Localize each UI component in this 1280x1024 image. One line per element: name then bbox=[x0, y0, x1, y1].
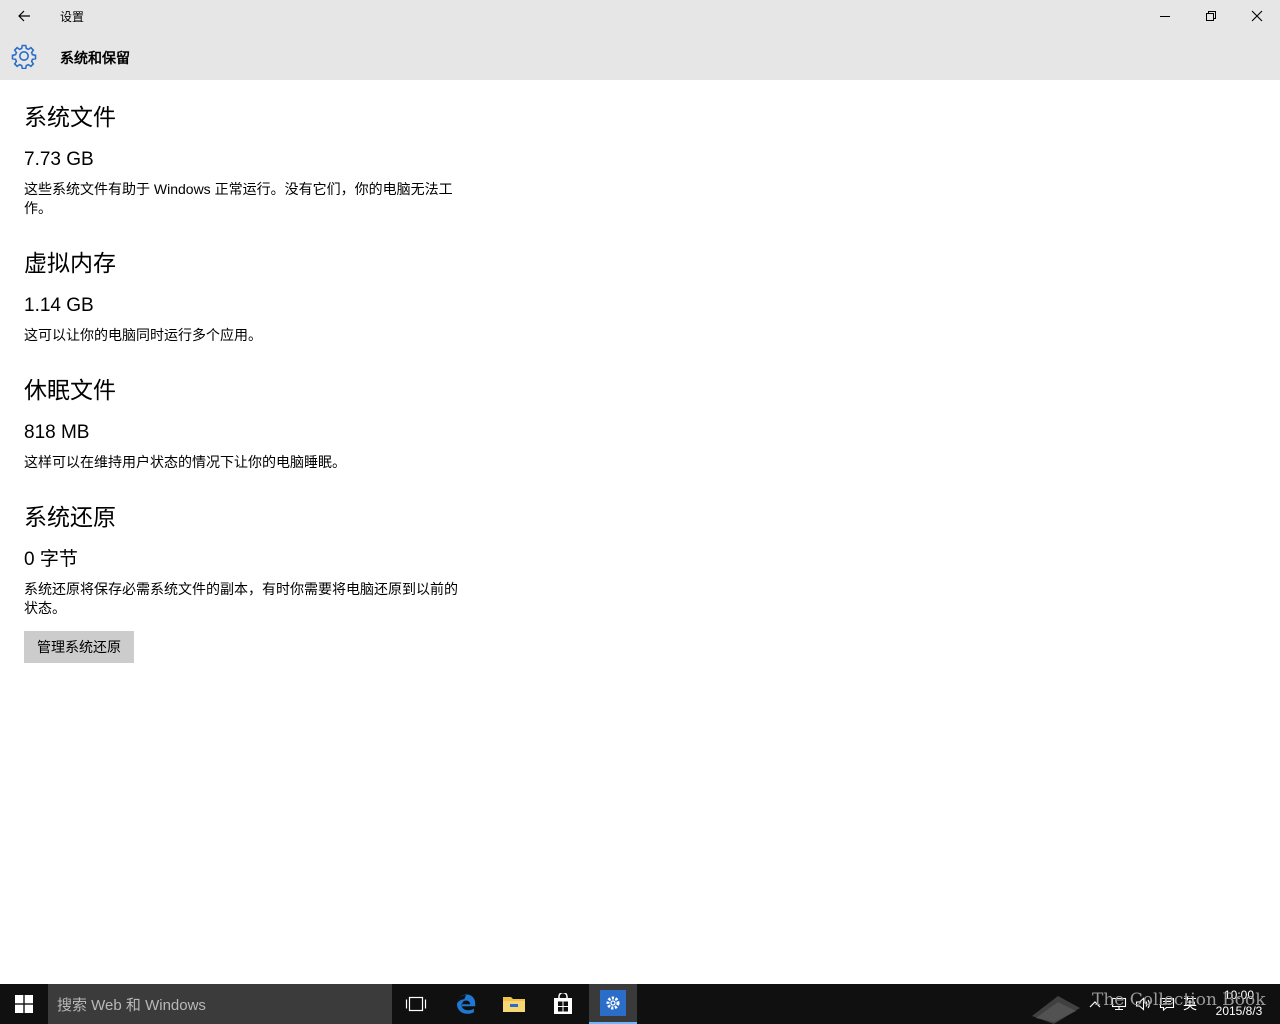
section-size: 0 字节 bbox=[24, 549, 78, 570]
arrow-left-icon bbox=[18, 10, 30, 22]
close-icon bbox=[1251, 10, 1263, 22]
settings-icon bbox=[600, 990, 626, 1016]
section-system-restore: 系统还原 0 字节 系统还原将保存必需系统文件的副本，有时你需要将电脑还原到以前… bbox=[24, 502, 464, 618]
section-description: 这样可以在维持用户状态的情况下让你的电脑睡眠。 bbox=[24, 454, 346, 470]
search-input[interactable]: 搜索 Web 和 Windows bbox=[48, 984, 392, 1024]
page-header: 系统和保留 bbox=[0, 32, 1280, 80]
minimize-icon bbox=[1160, 16, 1170, 17]
watermark-text: The Collection Book bbox=[1092, 990, 1266, 1010]
restore-button[interactable] bbox=[1188, 0, 1234, 32]
task-view-button[interactable] bbox=[392, 984, 440, 1024]
app-title: 设置 bbox=[60, 10, 85, 24]
restore-icon bbox=[1206, 11, 1216, 21]
edge-icon bbox=[457, 994, 476, 1014]
section-title: 系统文件 bbox=[24, 104, 116, 130]
section-description: 这可以让你的电脑同时运行多个应用。 bbox=[24, 327, 262, 343]
file-explorer-button[interactable] bbox=[490, 984, 538, 1024]
section-size: 7.73 GB bbox=[24, 149, 94, 170]
edge-button[interactable] bbox=[442, 984, 490, 1024]
close-button[interactable] bbox=[1234, 0, 1280, 32]
gear-icon bbox=[11, 44, 37, 69]
file-explorer-icon bbox=[503, 997, 525, 1012]
section-system-files: 系统文件 7.73 GB 这些系统文件有助于 Windows 正常运行。没有它们… bbox=[24, 102, 464, 218]
settings-taskbar-button[interactable] bbox=[589, 984, 637, 1024]
back-button[interactable] bbox=[8, 0, 40, 32]
section-title: 系统还原 bbox=[24, 504, 116, 530]
section-size: 818 MB bbox=[24, 422, 90, 443]
section-hibernation-file: 休眠文件 818 MB 这样可以在维持用户状态的情况下让你的电脑睡眠。 bbox=[24, 375, 464, 472]
section-description: 系统还原将保存必需系统文件的副本，有时你需要将电脑还原到以前的状态。 bbox=[24, 581, 458, 616]
section-title: 休眠文件 bbox=[24, 377, 116, 403]
manage-system-restore-button[interactable]: 管理系统还原 bbox=[24, 631, 134, 663]
start-button[interactable] bbox=[0, 984, 48, 1024]
section-virtual-memory: 虚拟内存 1.14 GB 这可以让你的电脑同时运行多个应用。 bbox=[24, 248, 464, 345]
minimize-button[interactable] bbox=[1142, 0, 1188, 32]
store-icon bbox=[554, 993, 572, 1014]
task-view-icon bbox=[405, 996, 427, 1012]
section-description: 这些系统文件有助于 Windows 正常运行。没有它们，你的电脑无法工作。 bbox=[24, 181, 453, 216]
title-bar: 设置 bbox=[0, 0, 1280, 32]
store-button[interactable] bbox=[539, 984, 587, 1024]
windows-logo-icon bbox=[15, 995, 33, 1013]
page-title: 系统和保留 bbox=[60, 50, 130, 66]
section-size: 1.14 GB bbox=[24, 295, 94, 316]
section-title: 虚拟内存 bbox=[24, 250, 116, 276]
